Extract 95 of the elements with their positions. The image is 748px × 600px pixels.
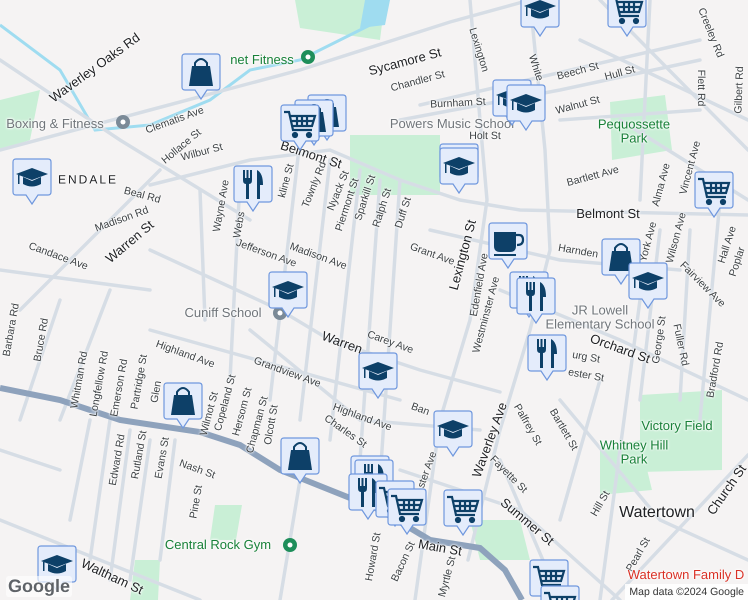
- shopping-cart-icon: [447, 496, 480, 524]
- street-label: York Ave: [638, 220, 660, 264]
- street-label: Hill St: [589, 489, 613, 519]
- map-view[interactable]: [0, 0, 748, 600]
- street-label: Belmont St: [576, 206, 640, 222]
- park-label: Whitney Hill Park: [598, 438, 670, 468]
- street-label: Beech St: [556, 60, 600, 84]
- street-label: Bradford Rd: [705, 341, 727, 399]
- fork-and-knife-icon: [243, 170, 263, 199]
- street-label: Hull St: [604, 64, 636, 84]
- park-area: [130, 560, 160, 600]
- town-label: Watertown: [619, 504, 695, 522]
- attribution-text: Map data ©2024 Google: [625, 584, 748, 600]
- road-line: [0, 448, 62, 472]
- google-logo: Google: [6, 576, 72, 597]
- restaurant-marker[interactable]: [233, 165, 273, 213]
- street-label: Harnden: [557, 242, 599, 262]
- shopping-cart-marker[interactable]: [443, 489, 483, 537]
- graduation-cap-icon: [437, 420, 469, 438]
- street-label: Partridge St: [130, 354, 150, 410]
- place-label: Cuniff School: [184, 306, 262, 320]
- graduation-cap-icon: [41, 555, 73, 574]
- coffee-cup-icon: [494, 232, 524, 256]
- street-label: Poplar: [728, 246, 748, 278]
- street-label: Longfellow Rd: [88, 350, 111, 418]
- place-label: Boxing & Fitness: [6, 116, 104, 132]
- street-label: Pine St: [188, 484, 206, 520]
- graduation-cap-icon: [443, 157, 475, 176]
- street-label: Carey Ave: [365, 329, 415, 357]
- shopping-cart-marker[interactable]: [607, 0, 647, 38]
- graduation-cap-icon: [524, 0, 556, 18]
- school-marker[interactable]: [628, 262, 668, 310]
- pond-area: [360, 0, 390, 28]
- school-marker[interactable]: [439, 147, 479, 195]
- graduation-cap-icon: [362, 362, 394, 380]
- shopping-cart-icon: [698, 178, 730, 206]
- street-label: Duff St: [394, 196, 414, 230]
- place-label: JR Lowell Elementary School: [544, 304, 655, 332]
- street-label: ester St: [567, 367, 605, 385]
- street-label: Edward Rd: [108, 433, 128, 487]
- street-label: Burnham St: [430, 96, 486, 112]
- street-label: Evans St: [154, 436, 172, 480]
- park-label: Pequossette Park: [596, 118, 672, 146]
- street-label: Glen: [149, 380, 165, 404]
- shopping-bag-icon: [288, 442, 312, 470]
- shopping-bag-marker[interactable]: [280, 437, 320, 485]
- street-label: Holt St: [469, 131, 501, 143]
- street-label: Ban: [409, 401, 431, 419]
- school-marker[interactable]: [12, 158, 52, 206]
- street-label: Myrtle St: [437, 556, 458, 598]
- shopping-bag-icon: [609, 243, 633, 271]
- street-label: Emerson Rd: [109, 358, 130, 418]
- street-label: Whitman Rd: [69, 350, 90, 410]
- street-label: Walnut St: [554, 94, 602, 118]
- park-label: Victory Field: [641, 418, 713, 434]
- school-marker[interactable]: [520, 0, 560, 38]
- street-label: Wayne Ave: [212, 179, 232, 233]
- place-label: Central Rock Gym: [164, 538, 272, 552]
- place-label: net Fitness: [230, 52, 294, 68]
- neighborhood-label: ENDALE: [58, 173, 118, 187]
- street-label: Chandler St: [390, 69, 446, 95]
- graduation-cap-icon: [632, 272, 664, 290]
- street-label: ster Ave: [416, 450, 440, 490]
- shopping-cart-marker[interactable]: [694, 171, 734, 219]
- graduation-cap-icon: [16, 168, 48, 186]
- shopping-bag-marker[interactable]: [181, 53, 221, 101]
- street-label: Barbara Rd: [2, 302, 22, 358]
- street-label: Flett Rd: [694, 70, 706, 106]
- park-area: [210, 505, 242, 540]
- shopping-bag-icon: [189, 58, 213, 86]
- street-label: Webs: [232, 210, 248, 240]
- graduation-cap-icon: [272, 281, 304, 300]
- street-label: Ralph St: [371, 187, 394, 229]
- fork-and-knife-icon: [358, 478, 378, 507]
- street-label: Bartlett Ave: [566, 164, 620, 190]
- street-label: Nash St: [177, 458, 217, 482]
- restaurant-marker[interactable]: [527, 334, 567, 382]
- school-marker[interactable]: [268, 271, 308, 319]
- street-label: Howard St: [364, 532, 384, 582]
- cafe-marker[interactable]: [488, 222, 528, 270]
- school-marker[interactable]: [358, 352, 398, 400]
- street-label: White: [525, 53, 545, 83]
- street-label: Alma Ave: [650, 162, 674, 208]
- street-label: Bruce Rd: [32, 317, 52, 363]
- shopping-bag-icon: [171, 387, 195, 415]
- street-label: Fuller Rd: [670, 322, 690, 368]
- location-pin-icon: [283, 538, 297, 552]
- street-label: Beal Rd: [122, 186, 162, 206]
- street-label: Rutland St: [130, 430, 150, 480]
- street-label: Vincent Ave: [678, 140, 704, 196]
- location-pin-icon: [301, 50, 315, 64]
- fork-and-knife-icon: [537, 339, 557, 368]
- location-pin-icon: [116, 115, 130, 129]
- street-label: kline St: [276, 162, 296, 200]
- street-label: Gilbert Rd: [733, 66, 747, 114]
